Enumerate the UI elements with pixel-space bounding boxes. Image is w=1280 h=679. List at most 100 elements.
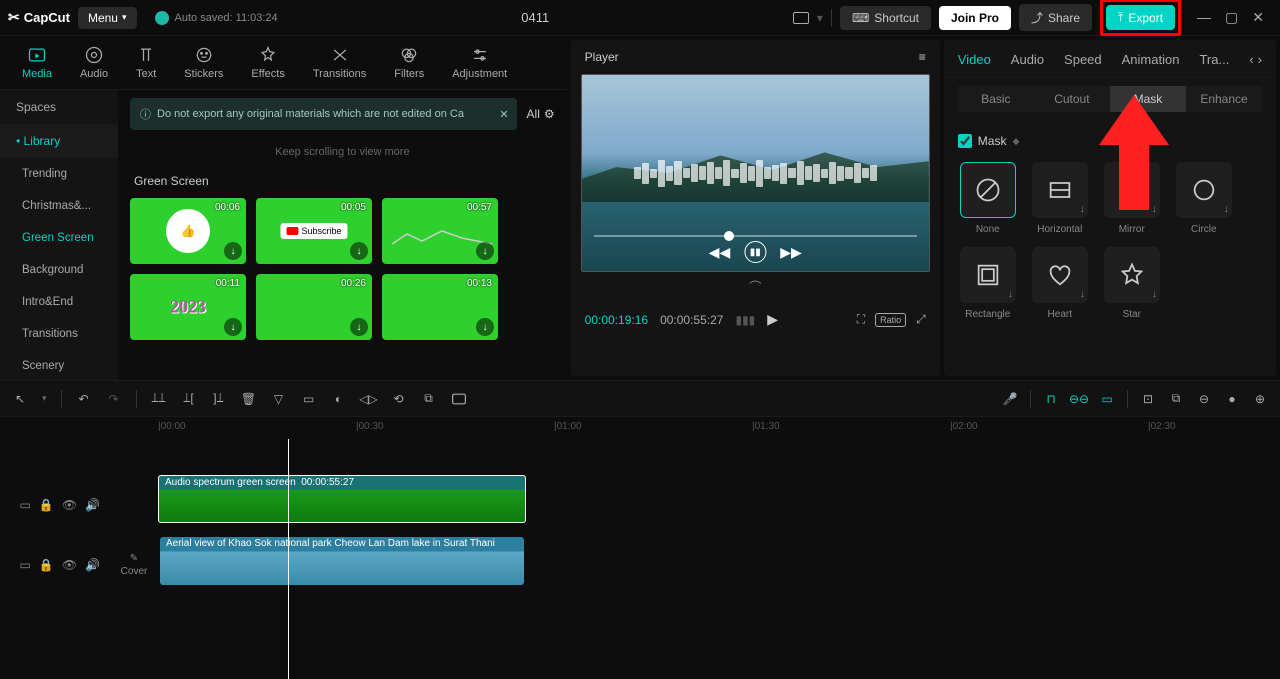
tab-transitions[interactable]: Transitions <box>299 39 380 86</box>
mask-star[interactable]: ↓Star <box>1102 247 1162 320</box>
tab-effects[interactable]: Effects <box>237 39 298 86</box>
download-icon[interactable]: ↓ <box>350 318 368 336</box>
scan-icon[interactable]: ⛶ <box>857 312 865 327</box>
download-icon[interactable]: ↓ <box>476 318 494 336</box>
mask-heart[interactable]: ↓Heart <box>1030 247 1090 320</box>
notice-close-icon[interactable]: ✕ <box>499 108 508 121</box>
frame-icon[interactable]: ▭ <box>301 391 317 407</box>
sidebar-introend[interactable]: Intro&End <box>0 286 118 318</box>
magnet-icon[interactable]: ⊓ <box>1043 391 1059 407</box>
split-icon[interactable]: ⟘⟘ <box>151 391 167 407</box>
mask-circle[interactable]: ↓Circle <box>1174 162 1234 235</box>
minimize-icon[interactable]: — <box>1197 9 1211 26</box>
sidebar-background[interactable]: Background <box>0 254 118 286</box>
track-collapse-icon[interactable]: ▭ <box>20 498 31 512</box>
sidebar-trending[interactable]: Trending <box>0 158 118 190</box>
sidebar-transitions[interactable]: Transitions <box>0 318 118 350</box>
sidebar-spaces[interactable]: Spaces <box>0 90 118 124</box>
share-button[interactable]: ⤴ Share <box>1019 4 1092 31</box>
track-mute-icon[interactable]: 🔊 <box>85 498 100 512</box>
tab-filters[interactable]: Filters <box>380 39 438 86</box>
cover-button[interactable]: ✎ Cover <box>110 553 158 577</box>
undo-icon[interactable]: ↶ <box>76 391 92 407</box>
shortcut-button[interactable]: ⌨ Shortcut <box>840 6 931 30</box>
clip-aerial-view[interactable]: Aerial view of Khao Sok national park Ch… <box>160 537 524 585</box>
zoom-slider-icon[interactable]: ● <box>1224 391 1240 407</box>
rotate-icon[interactable]: ⟲ <box>391 391 407 407</box>
maximize-icon[interactable]: ▢ <box>1225 9 1238 26</box>
clip-audio-spectrum[interactable]: Audio spectrum green screen 00:00:55:27 <box>158 475 526 523</box>
mic-icon[interactable]: 🎤 <box>1002 391 1018 407</box>
video-preview[interactable]: ◀◀ ▮▮ ▶▶ <box>581 74 930 272</box>
pro-icon[interactable] <box>451 391 467 407</box>
tab-media[interactable]: Media <box>8 39 66 86</box>
menu-button[interactable]: Menu ▾ <box>78 7 137 29</box>
play-icon[interactable]: ▶ <box>767 311 778 328</box>
download-icon[interactable]: ↓ <box>224 242 242 260</box>
rtab-track[interactable]: Tra... <box>1199 52 1229 67</box>
track-lock-icon[interactable]: 🔒 <box>39 558 54 572</box>
subtab-enhance[interactable]: Enhance <box>1186 86 1262 112</box>
next-icon[interactable]: ▶▶ <box>780 244 802 261</box>
cursor-icon[interactable]: ↖ <box>12 391 28 407</box>
rtab-animation[interactable]: Animation <box>1122 52 1180 67</box>
redo-icon[interactable]: ↷ <box>106 391 122 407</box>
split-left-icon[interactable]: ⟘[ <box>181 391 197 407</box>
zoom-out-icon[interactable]: ⊖ <box>1196 391 1212 407</box>
int-icon[interactable]: ⧉ <box>1168 391 1184 407</box>
track-collapse-icon[interactable]: ▭ <box>20 558 31 572</box>
download-icon[interactable]: ↓ <box>476 242 494 260</box>
zoom-in-icon[interactable]: ⊕ <box>1252 391 1268 407</box>
sidebar-library[interactable]: • Library <box>0 124 118 158</box>
track-mute-icon[interactable]: 🔊 <box>85 558 100 572</box>
rtab-audio[interactable]: Audio <box>1011 52 1044 67</box>
download-icon[interactable]: ↓ <box>224 318 242 336</box>
all-filter[interactable]: All ⚙ <box>527 107 555 121</box>
mask-mirror[interactable]: ↓Mirror <box>1102 162 1162 235</box>
player-collapse-icon[interactable]: ⌒ <box>571 272 940 301</box>
chevron-right-icon[interactable]: › <box>1258 52 1262 67</box>
thumb-like[interactable]: 00:06👍↓ <box>130 198 246 264</box>
download-icon[interactable]: ↓ <box>350 242 368 260</box>
rtab-video[interactable]: Video <box>958 52 991 67</box>
reverse-icon[interactable]: ◐ <box>331 391 347 407</box>
mirror-icon[interactable]: ◁▷ <box>361 391 377 407</box>
mask-horizontal[interactable]: ↓Horizontal <box>1030 162 1090 235</box>
thumb-2023[interactable]: 00:112023↓ <box>130 274 246 340</box>
crop-icon[interactable]: ⧉ <box>421 391 437 407</box>
thumb-plain2[interactable]: 00:13↓ <box>382 274 498 340</box>
subtab-mask[interactable]: Mask <box>1110 86 1186 112</box>
playhead[interactable] <box>288 439 289 679</box>
thumb-wave[interactable]: 00:57↓ <box>382 198 498 264</box>
mask-none[interactable]: None <box>958 162 1018 235</box>
color-bars-icon[interactable]: ▮▮▮ <box>735 313 755 327</box>
subtab-cutout[interactable]: Cutout <box>1034 86 1110 112</box>
tab-stickers[interactable]: Stickers <box>170 39 237 86</box>
marker-icon[interactable]: ▽ <box>271 391 287 407</box>
player-menu-icon[interactable]: ≡ <box>919 50 926 64</box>
tab-text[interactable]: Text <box>122 39 170 86</box>
subtab-basic[interactable]: Basic <box>958 86 1034 112</box>
prev-icon[interactable]: ◀◀ <box>709 244 731 261</box>
layout-icon[interactable] <box>793 12 809 24</box>
timeline-ruler[interactable]: |00:00 |00:30 |01:00 |01:30 |02:00 |02:3… <box>0 417 1280 439</box>
track-lock-icon[interactable]: 🔒 <box>39 498 54 512</box>
thumb-plain[interactable]: 00:26↓ <box>256 274 372 340</box>
tab-audio[interactable]: Audio <box>66 39 122 86</box>
sidebar-christmas[interactable]: Christmas&... <box>0 190 118 222</box>
rtab-speed[interactable]: Speed <box>1064 52 1102 67</box>
fullscreen-icon[interactable]: ⤢ <box>916 312 926 327</box>
sidebar-scenery[interactable]: Scenery <box>0 350 118 380</box>
mask-rectangle[interactable]: ↓Rectangle <box>958 247 1018 320</box>
split-right-icon[interactable]: ]⟘ <box>211 391 227 407</box>
ratio-button[interactable]: Ratio <box>875 313 906 327</box>
join-pro-button[interactable]: Join Pro <box>939 6 1011 30</box>
thumb-subscribe[interactable]: 00:05Subscribe↓ <box>256 198 372 264</box>
fit-icon[interactable]: ⊡ <box>1140 391 1156 407</box>
mask-checkbox[interactable]: Mask ◆ <box>958 134 1262 148</box>
track-eye-icon[interactable]: 👁 <box>62 558 77 572</box>
link-icon[interactable]: ⊖⊖ <box>1071 391 1087 407</box>
preview-progress[interactable] <box>594 235 917 237</box>
play-pause-icon[interactable]: ▮▮ <box>744 241 766 263</box>
preview-toggle-icon[interactable]: ▭ <box>1099 391 1115 407</box>
